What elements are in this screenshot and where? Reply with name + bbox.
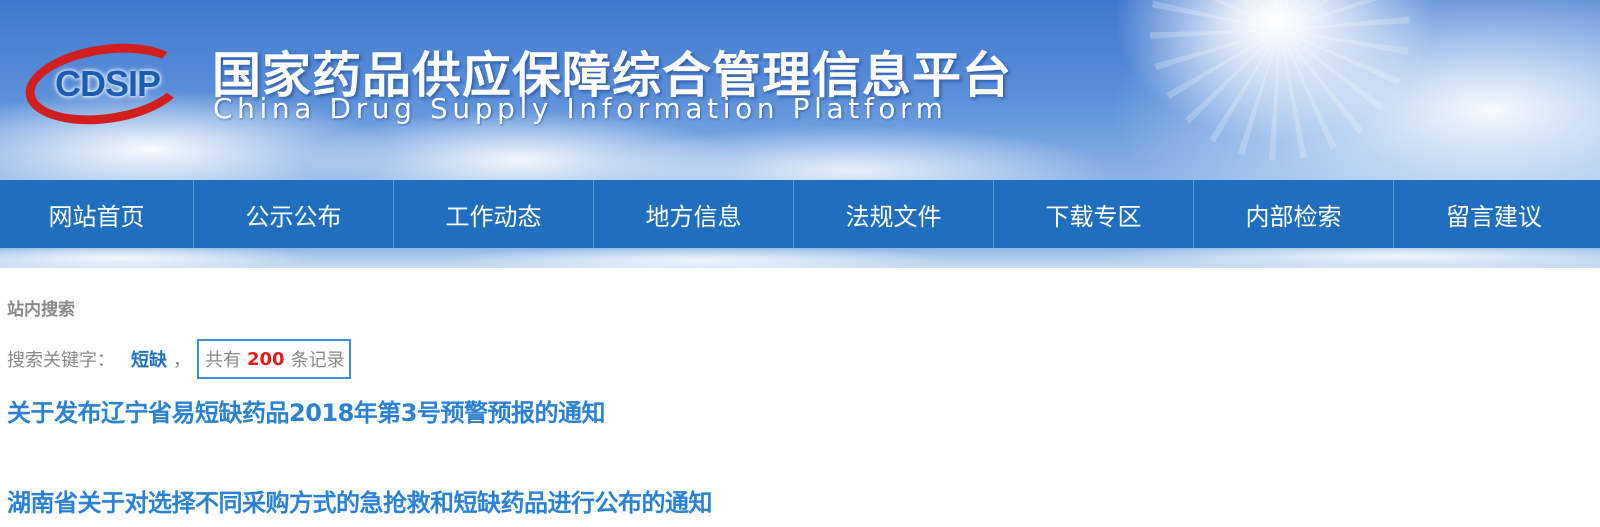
count-prefix: 共有 [205,350,241,371]
logo-text: CDSIP [55,63,161,104]
site-logo[interactable]: CDSIP [20,34,192,134]
result-count-box: 共有 200 条记录 [197,339,351,379]
keyword-label: 搜索关键字： [7,350,115,371]
nav-item-downloads[interactable]: 下载专区 [994,180,1194,248]
nav-item-local-info[interactable]: 地方信息 [594,180,794,248]
count-suffix: 条记录 [290,350,345,371]
nav-item-internal-search[interactable]: 内部检索 [1194,180,1394,248]
nav-item-home[interactable]: 网站首页 [0,180,194,248]
nav-item-announcements[interactable]: 公示公布 [194,180,394,248]
search-keyword: 短缺 [131,350,167,371]
search-summary: 搜索关键字： 短缺 ， 共有 200 条记录 [7,339,351,379]
nav-item-work-news[interactable]: 工作动态 [394,180,594,248]
sun-rays-decoration [1150,0,1410,160]
section-title: 站内搜索 [7,300,75,320]
main-nav: 网站首页 公示公布 工作动态 地方信息 法规文件 下载专区 内部检索 留言建议 [0,180,1600,248]
nav-item-regulations[interactable]: 法规文件 [794,180,994,248]
site-subtitle: China Drug Supply Information Platform [213,92,948,125]
result-link[interactable]: 湖南省关于对选择不同采购方式的急抢救和短缺药品进行公布的通知 [7,483,713,518]
separator-comma: ， [173,350,191,371]
header-banner: CDSIP 国家药品供应保障综合管理信息平台 China Drug Supply… [0,0,1600,180]
cloud-divider [0,248,1600,268]
result-count: 200 [247,348,285,370]
nav-item-feedback[interactable]: 留言建议 [1394,180,1594,248]
result-link[interactable]: 关于发布辽宁省易短缺药品2018年第3号预警预报的通知 [7,393,606,428]
